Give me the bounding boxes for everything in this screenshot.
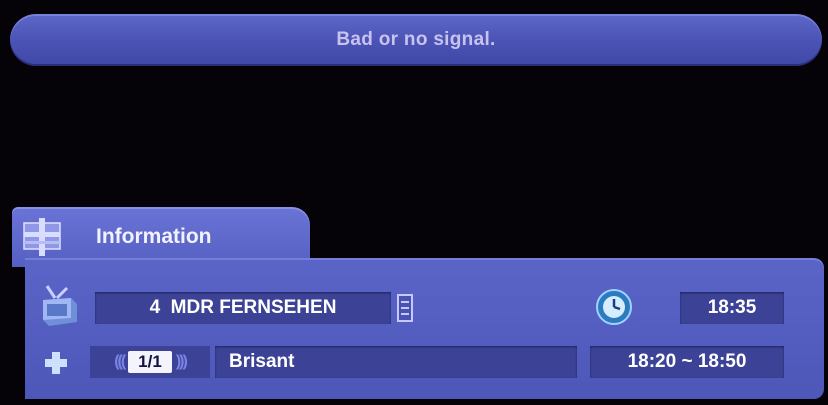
plus-icon	[45, 352, 67, 374]
list-icon	[397, 294, 413, 322]
audio-track-badge: 1/1	[128, 351, 172, 373]
program-title-field: Brisant	[215, 346, 577, 378]
information-panel: 4 MDR FERNSEHEN 18:35 ((( 1/1 ))) Brisan…	[25, 258, 824, 399]
program-title: Brisant	[229, 351, 295, 372]
current-time: 18:35	[680, 292, 784, 324]
clock-icon	[596, 289, 632, 325]
channel-name: 4 MDR FERNSEHEN	[149, 297, 337, 318]
audio-wave-right-icon: )))	[175, 353, 188, 370]
program-time-range-text: 18:20 ~ 18:50	[627, 351, 747, 372]
signal-status-banner: Bad or no signal.	[10, 14, 822, 66]
audio-wave-left-icon: (((	[114, 353, 126, 370]
current-time-text: 18:35	[707, 297, 757, 318]
information-title: Information	[96, 225, 212, 248]
program-time-range: 18:20 ~ 18:50	[590, 346, 784, 378]
channel-display: 4 MDR FERNSEHEN	[95, 292, 391, 324]
audio-track-selector[interactable]: ((( 1/1 )))	[90, 346, 210, 378]
settings-grid-icon	[23, 218, 61, 256]
signal-message: Bad or no signal.	[336, 29, 496, 50]
tv-icon	[43, 285, 77, 326]
